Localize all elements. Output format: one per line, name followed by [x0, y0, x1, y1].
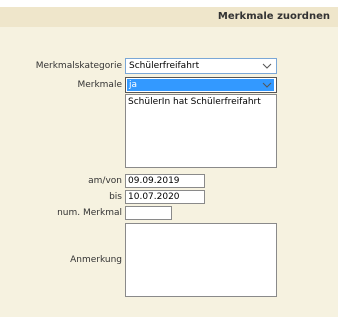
kategorie-value: Schülerfreifahrt [129, 61, 200, 71]
bis-date-input[interactable]: 10.07.2020 [125, 190, 205, 204]
von-date-input[interactable]: 09.09.2019 [125, 174, 205, 188]
merkmale-label: Merkmale [77, 80, 122, 90]
merkmale-listbox[interactable]: SchülerIn hat Schülerfreifahrt [125, 94, 277, 168]
list-item[interactable]: SchülerIn hat Schülerfreifahrt [128, 97, 261, 107]
panel-header: Merkmale zuordnen [0, 7, 338, 27]
num-merkmal-label: num. Merkmal [57, 208, 122, 218]
chevron-down-icon [258, 59, 276, 73]
num-merkmal-input[interactable] [125, 206, 172, 220]
von-label: am/von [88, 176, 122, 186]
merkmale-value: ja [127, 79, 274, 91]
merkmale-select[interactable]: ja [125, 77, 277, 93]
anmerkung-label: Anmerkung [70, 255, 122, 265]
anmerkung-textarea[interactable] [125, 223, 277, 297]
kategorie-label: Merkmalskategorie [35, 61, 122, 71]
chevron-down-icon [258, 78, 276, 92]
page-title: Merkmale zuordnen [217, 11, 330, 22]
kategorie-select[interactable]: Schülerfreifahrt [125, 58, 277, 74]
bis-label: bis [109, 192, 122, 202]
